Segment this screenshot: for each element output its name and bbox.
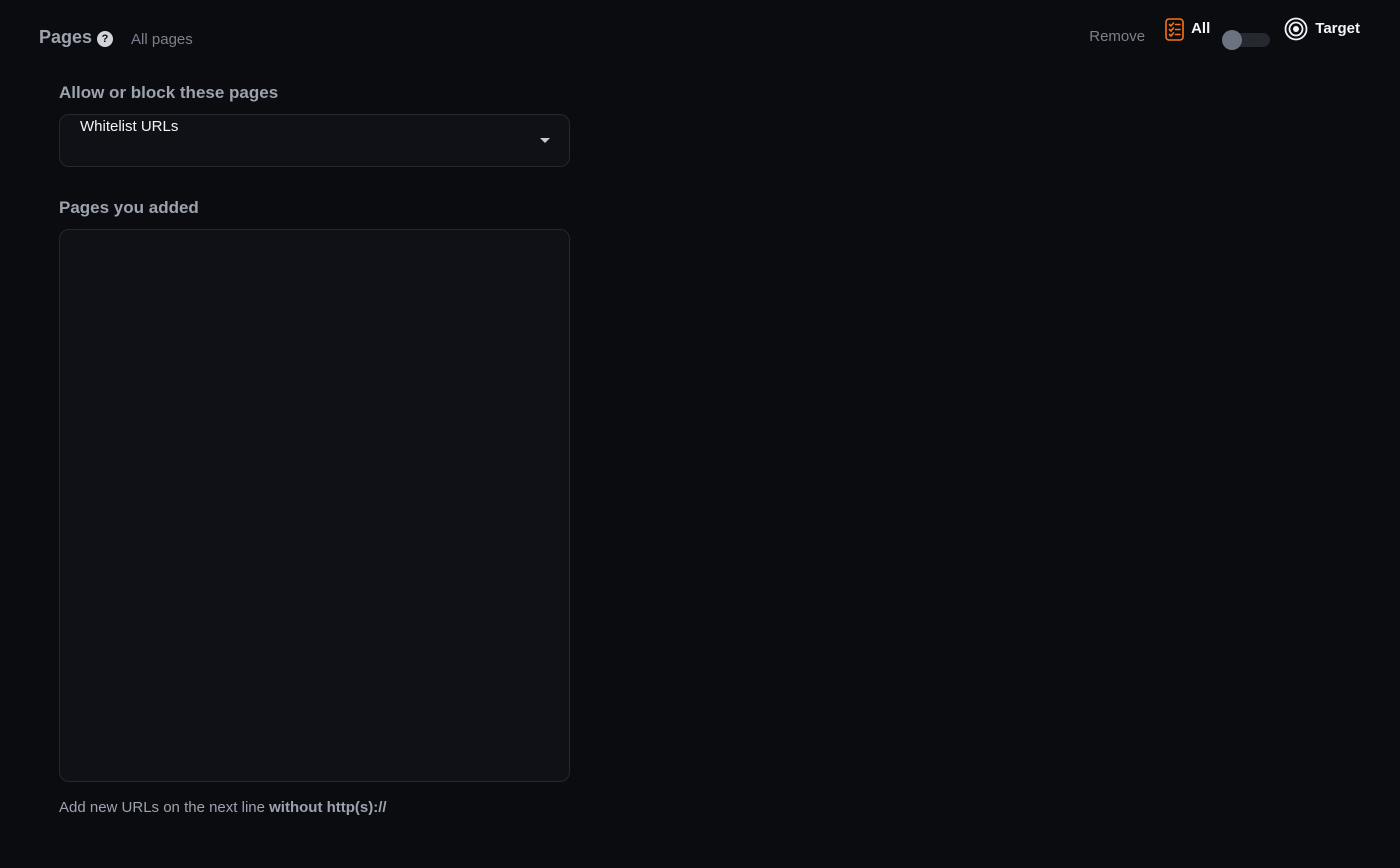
header-actions: Remove All Target <box>1089 16 1360 50</box>
target-icon <box>1284 17 1308 41</box>
target-option[interactable]: Target <box>1284 16 1360 41</box>
all-label: All <box>1191 20 1211 37</box>
helper-text: Add new URLs on the next line without ht… <box>59 799 570 816</box>
page-title: Pages <box>39 27 93 47</box>
helper-text-prefix: Add new URLs on the next line <box>59 799 270 816</box>
page: Pages ? All pages Remove All Target Allo… <box>0 0 1400 868</box>
allow-block-label: Allow or block these pages <box>59 83 279 102</box>
pages-textarea[interactable] <box>59 229 570 782</box>
chevron-down-icon <box>540 138 550 143</box>
pages-added-label: Pages you added <box>59 198 199 217</box>
page-subtitle: All pages <box>131 31 193 48</box>
select-value: Whitelist URLs <box>80 118 179 135</box>
all-option[interactable]: All <box>1164 16 1210 42</box>
question-circle-icon[interactable]: ? <box>97 31 114 47</box>
target-label: Target <box>1315 20 1360 37</box>
toggle-knob <box>1222 30 1243 50</box>
header-left: Pages ? All pages <box>39 27 193 48</box>
pages-form: Allow or block these pages Whitelist URL… <box>59 83 570 816</box>
helper-text-bold: without http(s):// <box>269 799 387 816</box>
all-target-toggle[interactable] <box>1222 30 1271 50</box>
checklist-icon <box>1165 18 1184 41</box>
allow-block-select[interactable]: Whitelist URLs <box>59 114 570 167</box>
remove-button[interactable]: Remove <box>1089 28 1145 45</box>
